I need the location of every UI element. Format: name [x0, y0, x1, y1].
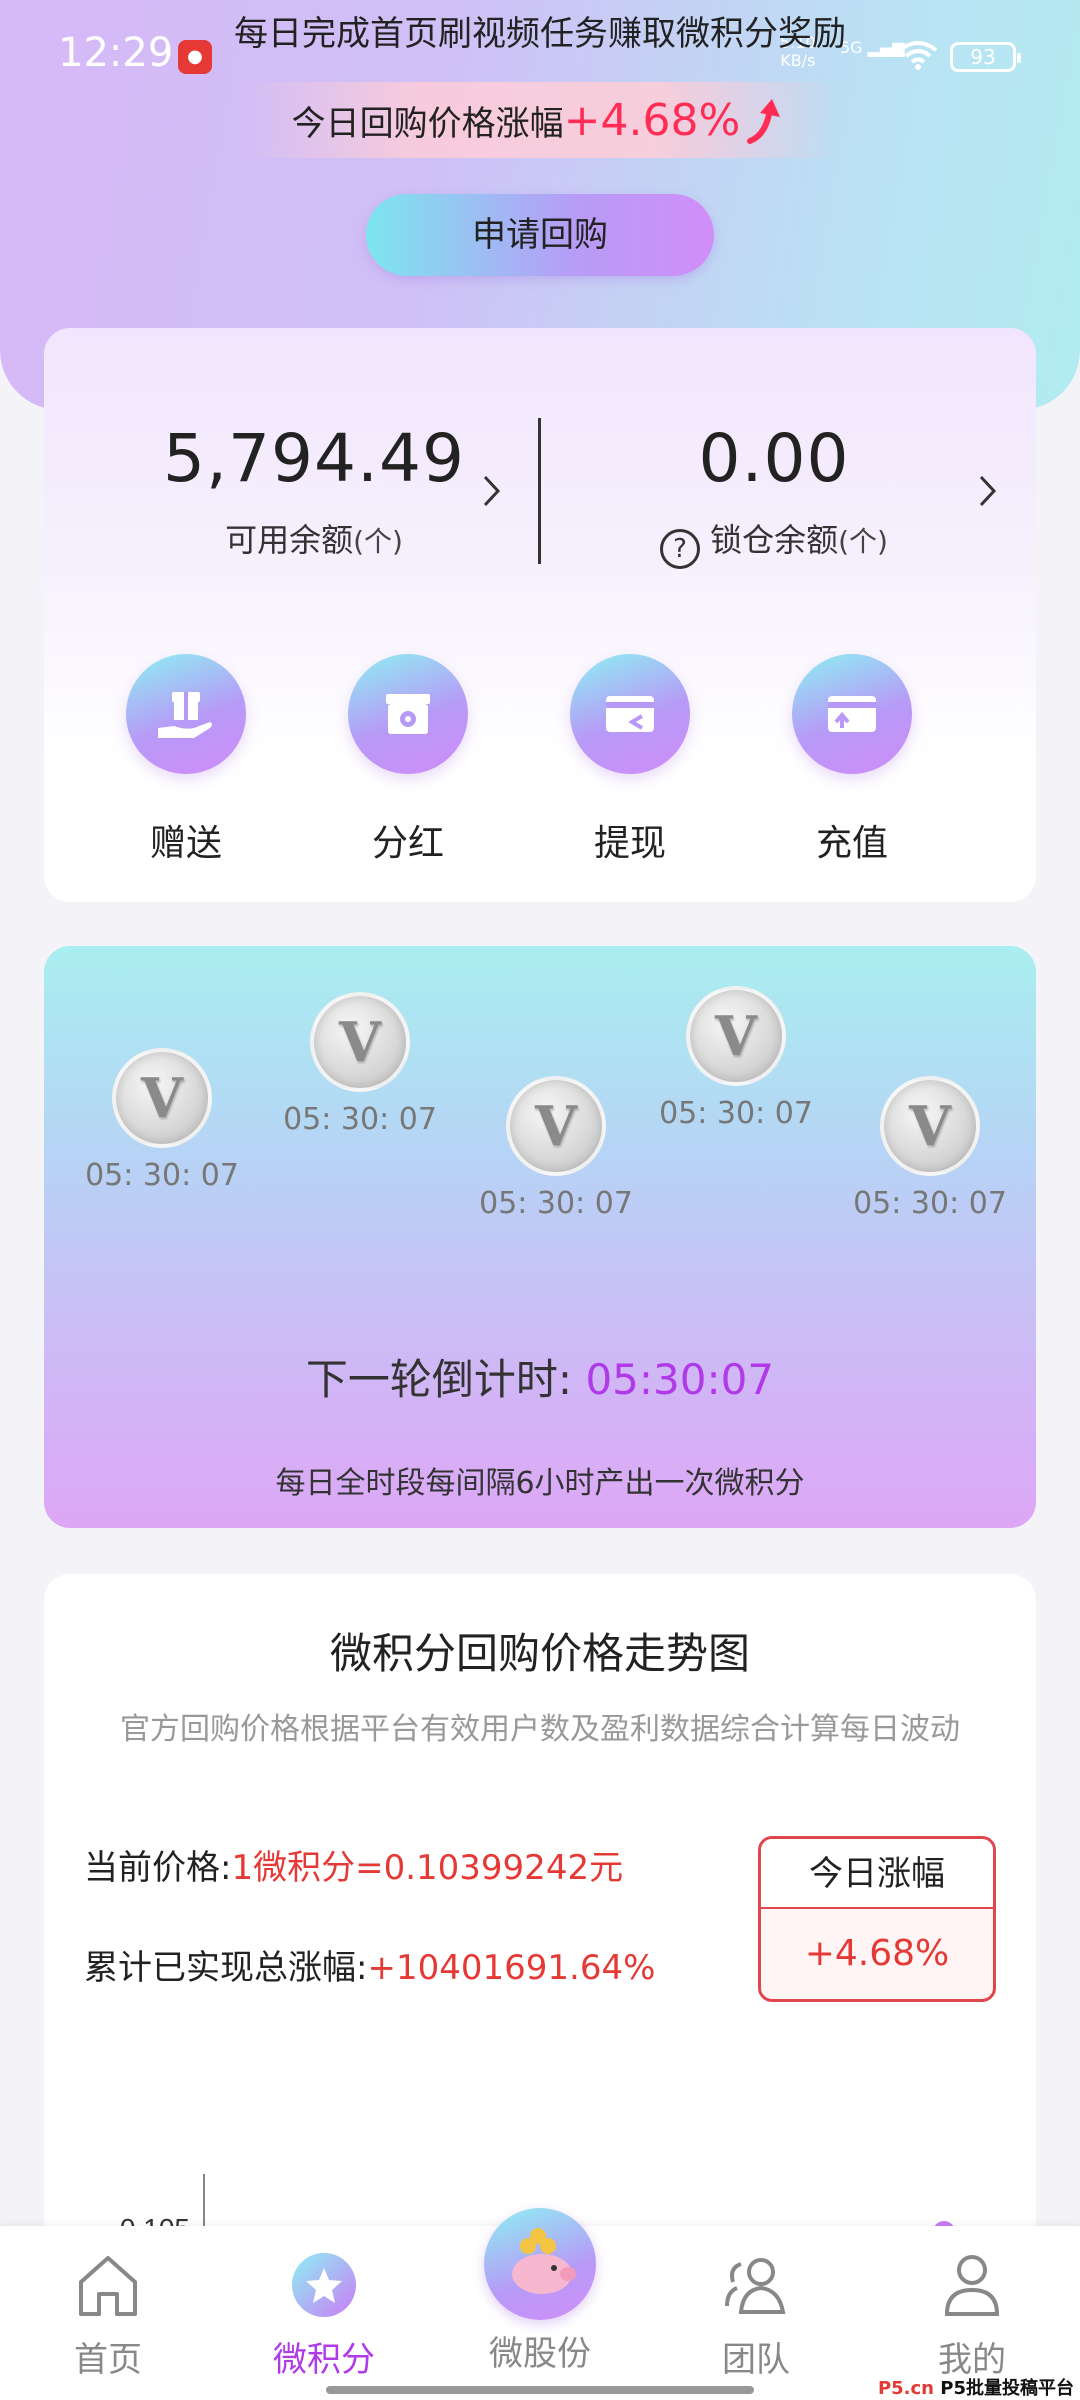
nav-shares[interactable]: 微股份 [460, 2326, 620, 2375]
current-price-label: 当前价格: [84, 1848, 232, 1888]
action-gift[interactable]: 赠送 [96, 654, 276, 866]
available-balance[interactable]: 5,794.49 可用余额(个) [114, 420, 514, 561]
user-icon [944, 2255, 1000, 2316]
star-icon [292, 2253, 356, 2317]
trend-subtitle: 官方回购价格根据平台有效用户数及盈利数据综合计算每日波动 [120, 1712, 960, 1747]
available-balance-value: 5,794.49 [163, 420, 465, 497]
countdown-label: 下一轮倒计时: [305, 1355, 586, 1404]
action-withdraw[interactable]: 提现 [540, 654, 720, 866]
coin-v-icon: V [880, 1076, 980, 1176]
bubble-timer: 05: 30: 07 [479, 1186, 633, 1221]
countdown-value: 05:30:07 [585, 1355, 775, 1404]
available-unit: (个) [353, 525, 403, 558]
balance-card: 5,794.49 可用余额(个) 0.00 ? 锁仓余额(个) 赠送 分红 提现… [44, 328, 1036, 902]
coin-v-icon: V [506, 1076, 606, 1176]
bubble-timer: 05: 30: 07 [85, 1158, 239, 1193]
price-change-value: +4.68% [563, 94, 741, 146]
withdraw-card-icon [570, 654, 690, 774]
nav-team[interactable]: 团队 [676, 2250, 836, 2381]
mining-bubble[interactable]: V 05: 30: 07 [283, 992, 437, 1137]
action-withdraw-label: 提现 [593, 823, 666, 864]
watermark-site: P5.cn [877, 2378, 934, 2399]
nav-team-label: 团队 [722, 2340, 790, 2380]
trend-title: 微积分回购价格走势图 [329, 1629, 750, 1678]
coin-glyph: V [535, 1094, 577, 1158]
coin-v-icon: V [112, 1048, 212, 1148]
watermark: P5.cn P5批量投稿平台 [878, 2374, 1074, 2400]
home-icon [79, 2256, 137, 2316]
chevron-right-icon[interactable] [482, 473, 502, 509]
coin-glyph: V [141, 1066, 183, 1130]
available-label-text: 可用余额 [225, 521, 354, 559]
locked-balance[interactable]: 0.00 ? 锁仓余额(个) [574, 420, 974, 569]
dividend-box-icon [348, 654, 468, 774]
today-gain-value: +4.68% [804, 1933, 950, 1974]
task-banner[interactable]: 每日完成首页刷视频任务赚取微积分奖励 [0, 6, 1080, 55]
coin-v-icon: V [686, 986, 786, 1086]
balance-divider [538, 418, 541, 564]
nav-home-label: 首页 [74, 2340, 142, 2380]
nav-home[interactable]: 首页 [28, 2250, 188, 2381]
mining-bubble[interactable]: V 05: 30: 07 [853, 1076, 1007, 1221]
nav-points-label: 微积分 [273, 2340, 375, 2380]
locked-balance-label: ? 锁仓余额(个) [574, 515, 974, 569]
mining-bubble[interactable]: V 05: 30: 07 [659, 986, 813, 1131]
watermark-text: P5批量投稿平台 [940, 2378, 1074, 2399]
current-price: 当前价格:1微积分=0.10399242元 [84, 1840, 623, 1889]
action-gift-label: 赠送 [149, 823, 222, 864]
gift-hand-icon [126, 654, 246, 774]
total-gain-label: 累计已实现总涨幅: [84, 1948, 368, 1988]
action-dividend[interactable]: 分红 [318, 654, 498, 866]
locked-balance-value: 0.00 [698, 420, 850, 497]
coin-glyph: V [909, 1094, 951, 1158]
mining-note: 每日全时段每间隔6小时产出一次微积分 [275, 1466, 805, 1501]
coin-v-icon: V [310, 992, 410, 1092]
apply-buyback-button[interactable]: 申请回购 [366, 194, 714, 276]
coin-glyph: V [339, 1010, 381, 1074]
mining-bubble[interactable]: V 05: 30: 07 [85, 1048, 239, 1193]
today-gain-label: 今日涨幅 [761, 1839, 993, 1909]
action-dividend-label: 分红 [371, 823, 444, 864]
nav-mine[interactable]: 我的 [892, 2250, 1052, 2381]
locked-label-text: 锁仓余额 [710, 521, 839, 559]
trend-up-arrow-icon [747, 99, 781, 144]
nav-shares-label: 微股份 [489, 2334, 591, 2374]
current-price-value: 1微积分=0.10399242元 [231, 1848, 624, 1888]
team-icon [725, 2258, 786, 2314]
total-gain-value: +10401691.64% [367, 1948, 656, 1988]
quick-actions: 赠送 分红 提现 充值 [44, 654, 1036, 864]
piggy-bank-icon[interactable] [484, 2208, 596, 2320]
price-change-strip: 今日回购价格涨幅 +4.68% [240, 82, 840, 158]
recharge-card-icon [792, 654, 912, 774]
price-change-label: 今日回购价格涨幅 [291, 103, 564, 144]
mining-bubble[interactable]: V 05: 30: 07 [479, 1076, 633, 1221]
action-recharge[interactable]: 充值 [762, 654, 942, 866]
locked-unit: (个) [838, 525, 888, 558]
bubble-timer: 05: 30: 07 [853, 1186, 1007, 1221]
bubble-timer: 05: 30: 07 [659, 1096, 813, 1131]
action-recharge-label: 充值 [815, 823, 888, 864]
total-gain: 累计已实现总涨幅:+10401691.64% [84, 1940, 655, 1989]
today-gain-box: 今日涨幅 +4.68% [758, 1836, 996, 2002]
next-round-countdown: 下一轮倒计时: 05:30:07 [44, 1346, 1036, 1407]
coin-glyph: V [715, 1004, 757, 1068]
chevron-right-icon[interactable] [978, 473, 998, 509]
bubble-timer: 05: 30: 07 [283, 1102, 437, 1137]
home-indicator[interactable] [326, 2386, 754, 2394]
mining-card: V 05: 30: 07 V 05: 30: 07 V 05: 30: 07 V… [44, 946, 1036, 1528]
question-circle-icon[interactable]: ? [660, 529, 701, 569]
available-balance-label: 可用余额(个) [114, 515, 514, 561]
nav-points[interactable]: 微积分 [244, 2250, 404, 2381]
